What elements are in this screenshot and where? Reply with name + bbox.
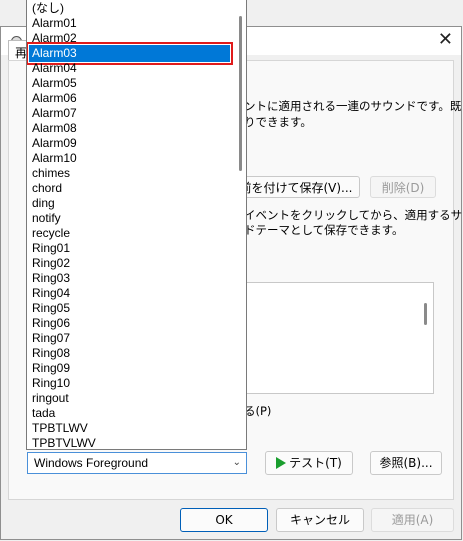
dropdown-item[interactable]: Ring07 (32, 331, 70, 346)
dropdown-item[interactable]: Alarm04 (32, 61, 77, 76)
test-button-label: テスト(T) (289, 456, 342, 470)
dropdown-item[interactable]: ringout (32, 391, 69, 406)
sound-dropdown-list[interactable]: (なし) Alarm01 Alarm02 Alarm03 Alarm04 Alarm05 A… (26, 0, 247, 450)
description-line-2: りできます。 (244, 115, 312, 129)
dropdown-item[interactable]: Alarm10 (32, 151, 77, 166)
dropdown-item[interactable]: Alarm07 (32, 106, 77, 121)
ok-button[interactable]: OK (180, 508, 268, 532)
dropdown-item[interactable]: Alarm06 (32, 91, 77, 106)
delete-button[interactable]: 削除(D) (370, 176, 436, 198)
dropdown-item[interactable]: notify (32, 211, 61, 226)
dropdown-item[interactable]: Alarm03 (27, 42, 233, 65)
dropdown-item[interactable]: Ring05 (32, 301, 70, 316)
description-line-1: ントに適用される一連のサウンドです。既 (244, 99, 462, 113)
save-as-button[interactable]: 前を付けて保存(V)... (232, 176, 360, 198)
sound-select-value: Windows Foreground (34, 456, 149, 470)
description-line-4: ドテーマとして保存できます。 (244, 223, 404, 237)
close-icon[interactable]: ✕ (438, 29, 453, 50)
cancel-button[interactable]: キャンセル (276, 508, 364, 532)
play-icon (276, 457, 287, 469)
dropdown-item[interactable]: Ring02 (32, 256, 70, 271)
dropdown-item[interactable]: Alarm01 (32, 16, 77, 31)
dropdown-item[interactable]: Ring09 (32, 361, 70, 376)
dropdown-item[interactable]: Ring03 (32, 271, 70, 286)
description-line-3: イベントをクリックしてから、適用するサウ (244, 208, 463, 222)
scrollbar-thumb[interactable] (424, 303, 427, 325)
program-events-list[interactable] (240, 282, 434, 394)
dropdown-item[interactable]: Ring06 (32, 316, 70, 331)
play-windows-startup-label[interactable]: る(P) (244, 404, 271, 419)
dropdown-item[interactable]: (なし) (32, 1, 64, 16)
dropdown-item[interactable]: Ring08 (32, 346, 70, 361)
sound-select[interactable]: Windows Foreground ⌄ (27, 452, 247, 474)
dropdown-item[interactable]: Alarm05 (32, 76, 77, 91)
dropdown-item[interactable]: chimes (32, 166, 70, 181)
dropdown-item[interactable]: Ring04 (32, 286, 70, 301)
apply-button[interactable]: 適用(A) (371, 508, 454, 532)
chevron-down-icon[interactable]: ⌄ (233, 453, 241, 473)
dropdown-item[interactable]: Alarm08 (32, 121, 77, 136)
dropdown-item[interactable]: ding (32, 196, 55, 211)
dropdown-item[interactable]: tada (32, 406, 55, 421)
dropdown-item[interactable]: TPBTLWV (32, 421, 88, 436)
dropdown-item[interactable]: Ring01 (32, 241, 70, 256)
dropdown-item[interactable]: Alarm02 (32, 31, 77, 46)
dropdown-item[interactable]: Ring10 (32, 376, 70, 391)
dropdown-scrollbar[interactable] (239, 16, 242, 171)
test-button[interactable]: テスト(T) (265, 451, 353, 475)
dropdown-item[interactable]: TPBTVLWV (32, 436, 96, 449)
dropdown-item[interactable]: recycle (32, 226, 70, 241)
browse-button[interactable]: 参照(B)... (370, 451, 442, 475)
dropdown-item[interactable]: Alarm09 (32, 136, 77, 151)
dropdown-item[interactable]: chord (32, 181, 62, 196)
